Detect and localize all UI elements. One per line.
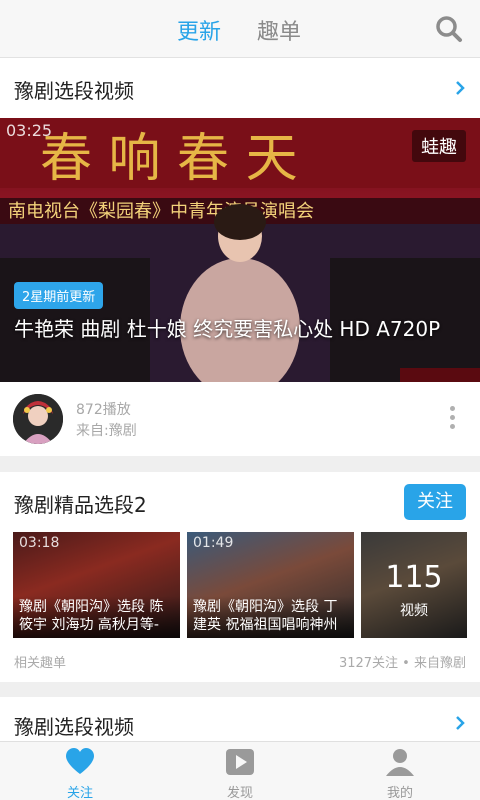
nav-label: 发现	[226, 786, 253, 800]
svg-text:春 响 春 天: 春 响 春 天	[40, 129, 298, 189]
playlist-card[interactable]: 豫剧精品选段2 关注 03:18 豫剧《朝阳沟》选段 陈筱宇 刘海功 高秋月等-…	[0, 472, 480, 682]
more-options-icon[interactable]	[448, 406, 456, 432]
section-header[interactable]: 豫剧选段视频	[0, 697, 480, 741]
tab-playlists[interactable]: 趣单	[257, 14, 301, 46]
user-icon	[385, 748, 415, 776]
playlist-thumb[interactable]: 01:49 豫剧《朝阳沟》选段 丁建英 祝福祖国唱响神州	[187, 532, 354, 638]
top-bar: 更新 趣单	[0, 0, 480, 58]
video-count-unit: 视频	[400, 603, 428, 619]
app-root: 更新 趣单 豫剧选段视频 春 响 春 天 南电视台《梨园春》中青年演员演唱会 0…	[0, 0, 480, 800]
play-count: 872播放	[76, 402, 131, 418]
playlist-more-tile[interactable]: 115 视频	[361, 532, 467, 638]
section-title: 豫剧选段视频	[14, 715, 134, 739]
follow-button[interactable]: 关注	[404, 484, 466, 520]
svg-text:南电视台《梨园春》中青年演员演唱会: 南电视台《梨园春》中青年演员演唱会	[8, 201, 314, 222]
bottom-nav: 关注 发现 我的	[0, 741, 480, 800]
nav-follow[interactable]: 关注	[0, 742, 160, 800]
tab-updates[interactable]: 更新	[177, 14, 221, 46]
video-duration: 03:18	[19, 535, 60, 551]
video-meta: 872播放 来自:豫剧	[0, 382, 480, 456]
nav-label: 关注	[66, 786, 93, 800]
thumb-caption: 豫剧《朝阳沟》选段 丁建英 祝福祖国唱响神州	[187, 596, 354, 638]
nav-mine[interactable]: 我的	[320, 742, 480, 800]
playlist-thumb[interactable]: 03:18 豫剧《朝阳沟》选段 陈筱宇 刘海功 高秋月等-	[13, 532, 180, 638]
follow-count: 3127关注 • 来自豫剧	[338, 656, 466, 671]
video-title: 牛艳荣 曲剧 杜十娘 终究要害私心处 HD A720P	[14, 317, 441, 341]
search-icon[interactable]	[434, 14, 464, 44]
nav-discover[interactable]: 发现	[160, 742, 320, 800]
playlist-title: 豫剧精品选段2	[14, 493, 147, 517]
avatar[interactable]	[13, 394, 63, 444]
section-title: 豫剧选段视频	[14, 79, 134, 103]
chevron-right-icon	[454, 715, 466, 731]
source-label: 来自:豫剧	[76, 423, 137, 439]
section-header[interactable]: 豫剧选段视频	[0, 58, 480, 118]
video-duration: 01:49	[193, 535, 234, 551]
video-duration: 03:25	[6, 121, 53, 140]
chevron-right-icon	[454, 80, 466, 96]
video-frame-image: 春 响 春 天 南电视台《梨园春》中青年演员演唱会	[0, 118, 480, 382]
heart-icon	[65, 748, 95, 776]
play-icon	[225, 748, 255, 776]
video-count: 115	[385, 560, 443, 595]
related-playlists-label: 相关趣单	[14, 656, 67, 671]
nav-label: 我的	[386, 786, 413, 800]
channel-badge: 蛙趣	[412, 130, 466, 162]
thumb-caption: 豫剧《朝阳沟》选段 陈筱宇 刘海功 高秋月等-	[13, 596, 180, 638]
video-thumbnail[interactable]: 春 响 春 天 南电视台《梨园春》中青年演员演唱会 03:25 蛙趣 2星期前更…	[0, 118, 480, 382]
update-tag: 2星期前更新	[14, 282, 104, 309]
